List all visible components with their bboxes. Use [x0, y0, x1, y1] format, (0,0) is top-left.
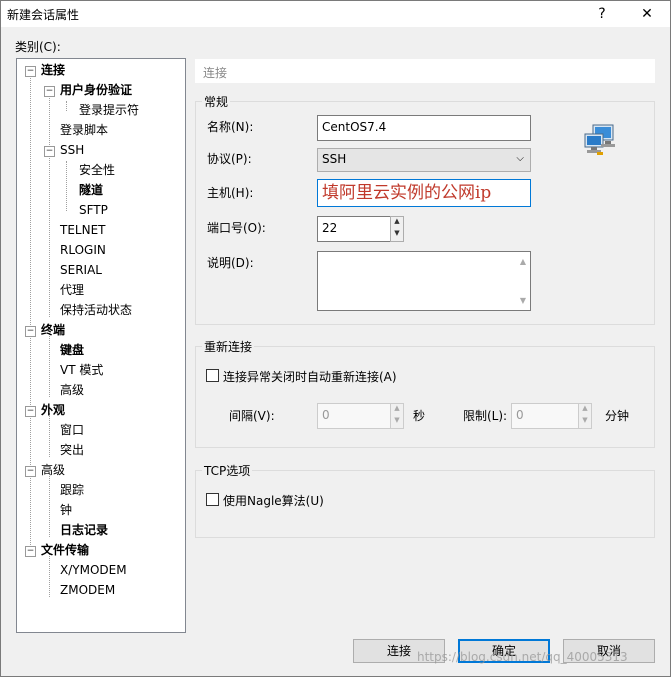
port-label: 端口号(O):: [207, 221, 266, 235]
interval-input[interactable]: 0: [317, 403, 391, 429]
tree-item-bell[interactable]: 钟: [60, 501, 72, 519]
collapse-icon[interactable]: −: [44, 146, 55, 157]
chevron-down-icon: ⌵: [516, 153, 524, 164]
limit-label: 限制(L):: [463, 409, 508, 423]
tree-item-highlight[interactable]: 突出: [60, 441, 84, 459]
tcp-legend: TCP选项: [204, 464, 251, 478]
limit-input[interactable]: 0: [511, 403, 579, 429]
tree-item-zmodem[interactable]: ZMODEM: [60, 581, 115, 599]
protocol-value: SSH: [322, 152, 347, 166]
session-properties-dialog: 新建会话属性 ? ✕ 类别(C): − 连接 − 用户身份验证 登录提示符 登录…: [0, 0, 671, 677]
collapse-icon[interactable]: −: [25, 406, 36, 417]
protocol-select[interactable]: SSH ⌵: [317, 148, 531, 172]
collapse-icon[interactable]: −: [25, 326, 36, 337]
general-legend: 常规: [204, 95, 229, 109]
reconnect-group: 重新连接: [195, 338, 655, 448]
limit-stepper[interactable]: ▲ ▼: [578, 403, 592, 429]
port-input[interactable]: 22: [317, 216, 391, 242]
tree-item-window[interactable]: 窗口: [60, 421, 84, 439]
host-label: 主机(H):: [207, 186, 254, 200]
panel-header: 连接: [195, 59, 655, 83]
interval-label: 间隔(V):: [229, 409, 275, 423]
seconds-unit: 秒: [413, 409, 426, 423]
tree-item-advanced[interactable]: 高级: [41, 461, 65, 479]
tree-item-keyboard[interactable]: 键盘: [60, 341, 84, 359]
description-label: 说明(D):: [207, 256, 254, 270]
description-scrollbar[interactable]: ▲ ▼: [517, 253, 529, 309]
tree-item-trace[interactable]: 跟踪: [60, 481, 84, 499]
auto-reconnect-label: 连接异常关闭时自动重新连接(A): [223, 370, 397, 384]
tree-item-file-transfer[interactable]: 文件传输: [41, 541, 89, 559]
port-stepper[interactable]: ▲ ▼: [390, 216, 404, 242]
tree-item-connection[interactable]: 连接: [41, 61, 65, 79]
name-input[interactable]: CentOS7.4: [317, 115, 531, 141]
collapse-icon[interactable]: −: [25, 466, 36, 477]
nagle-label: 使用Nagle算法(U): [223, 494, 324, 508]
computer-network-icon: [584, 124, 615, 155]
category-tree[interactable]: − 连接 − 用户身份验证 登录提示符 登录脚本 − SSH 安全性 隧道 SF…: [16, 58, 186, 633]
collapse-icon[interactable]: −: [44, 86, 55, 97]
tree-item-appearance[interactable]: 外观: [41, 401, 65, 419]
help-button[interactable]: ?: [586, 1, 618, 27]
tree-item-logging[interactable]: 日志记录: [60, 521, 108, 539]
tree-item-serial[interactable]: SERIAL: [60, 261, 102, 279]
tree-item-keepalive[interactable]: 保持活动状态: [60, 301, 132, 319]
interval-stepper[interactable]: ▲ ▼: [390, 403, 404, 429]
tree-item-vt-mode[interactable]: VT 模式: [60, 361, 103, 379]
name-label: 名称(N):: [207, 120, 254, 134]
tree-item-xymodem[interactable]: X/YMODEM: [60, 561, 127, 579]
tree-item-ssh[interactable]: SSH: [60, 141, 84, 159]
minutes-unit: 分钟: [605, 409, 630, 423]
tree-item-security[interactable]: 安全性: [79, 161, 115, 179]
watermark-text: https://blog.csdn.net/qq_40005313: [417, 650, 628, 664]
nagle-checkbox[interactable]: [206, 493, 219, 506]
window-title: 新建会话属性: [7, 8, 80, 22]
tree-item-telnet[interactable]: TELNET: [60, 221, 106, 239]
tree-item-proxy[interactable]: 代理: [60, 281, 84, 299]
tree-item-advanced-terminal[interactable]: 高级: [60, 381, 84, 399]
description-textarea[interactable]: [317, 251, 531, 311]
reconnect-legend: 重新连接: [204, 340, 253, 354]
panel-header-text: 连接: [203, 66, 228, 80]
tree-item-user-auth[interactable]: 用户身份验证: [60, 81, 132, 99]
close-button[interactable]: ✕: [631, 1, 663, 27]
tree-item-sftp[interactable]: SFTP: [79, 201, 108, 219]
tree-item-terminal[interactable]: 终端: [41, 321, 65, 339]
title-bar: 新建会话属性 ? ✕: [1, 1, 670, 27]
tree-item-rlogin[interactable]: RLOGIN: [60, 241, 106, 259]
protocol-label: 协议(P):: [207, 152, 252, 166]
auto-reconnect-checkbox[interactable]: [206, 369, 219, 382]
tree-item-tunnel[interactable]: 隧道: [79, 181, 103, 199]
host-input[interactable]: 填阿里云实例的公网ip: [317, 179, 531, 207]
tree-item-login-prompt[interactable]: 登录提示符: [79, 101, 139, 119]
collapse-icon[interactable]: −: [25, 546, 36, 557]
collapse-icon[interactable]: −: [25, 66, 36, 77]
category-label: 类别(C):: [15, 40, 61, 54]
tree-item-login-script[interactable]: 登录脚本: [60, 121, 108, 139]
